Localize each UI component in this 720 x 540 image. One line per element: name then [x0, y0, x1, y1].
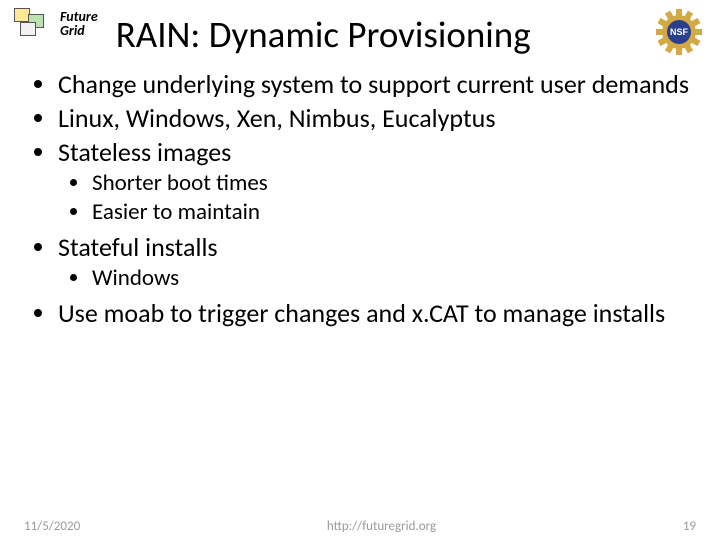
nsf-logo-icon: NSF [656, 9, 702, 55]
bullet-text: Stateful installs [58, 231, 218, 263]
list-item: Change underlying system to support curr… [24, 69, 696, 99]
list-item: Stateful installs Windows [24, 232, 696, 292]
footer-date: 11/5/2020 [24, 519, 80, 534]
footer-url: http://futuregrid.org [327, 519, 436, 534]
footer: 11/5/2020 http://futuregrid.org 19 [0, 519, 720, 534]
bullet-text: Windows [92, 264, 179, 292]
footer-page: 19 [683, 519, 696, 534]
list-item: Windows [58, 264, 696, 292]
list-item: Stateless images Shorter boot times Easi… [24, 137, 696, 225]
brand-text: Future Grid [60, 10, 98, 38]
bullet-text: Shorter boot times [92, 169, 268, 197]
bullet-text: Linux, Windows, Xen, Nimbus, Eucalyptus [58, 102, 496, 134]
list-item: Shorter boot times [58, 169, 696, 197]
content-area: Change underlying system to support curr… [0, 57, 720, 328]
nsf-text: NSF [656, 26, 702, 38]
header: Future Grid RAIN: Dynamic Provisioning N… [0, 0, 720, 57]
futuregrid-logo-icon [12, 6, 56, 44]
list-item: Easier to maintain [58, 198, 696, 226]
slide-title: RAIN: Dynamic Provisioning [98, 6, 531, 57]
bullet-text: Stateless images [58, 136, 231, 168]
bullet-text: Use moab to trigger changes and x.CAT to… [58, 297, 665, 329]
bullet-text: Easier to maintain [92, 198, 260, 226]
list-item: Linux, Windows, Xen, Nimbus, Eucalyptus [24, 103, 696, 133]
bullet-text: Change underlying system to support curr… [58, 68, 689, 100]
brand-line2: Grid [60, 24, 98, 38]
list-item: Use moab to trigger changes and x.CAT to… [24, 298, 696, 328]
